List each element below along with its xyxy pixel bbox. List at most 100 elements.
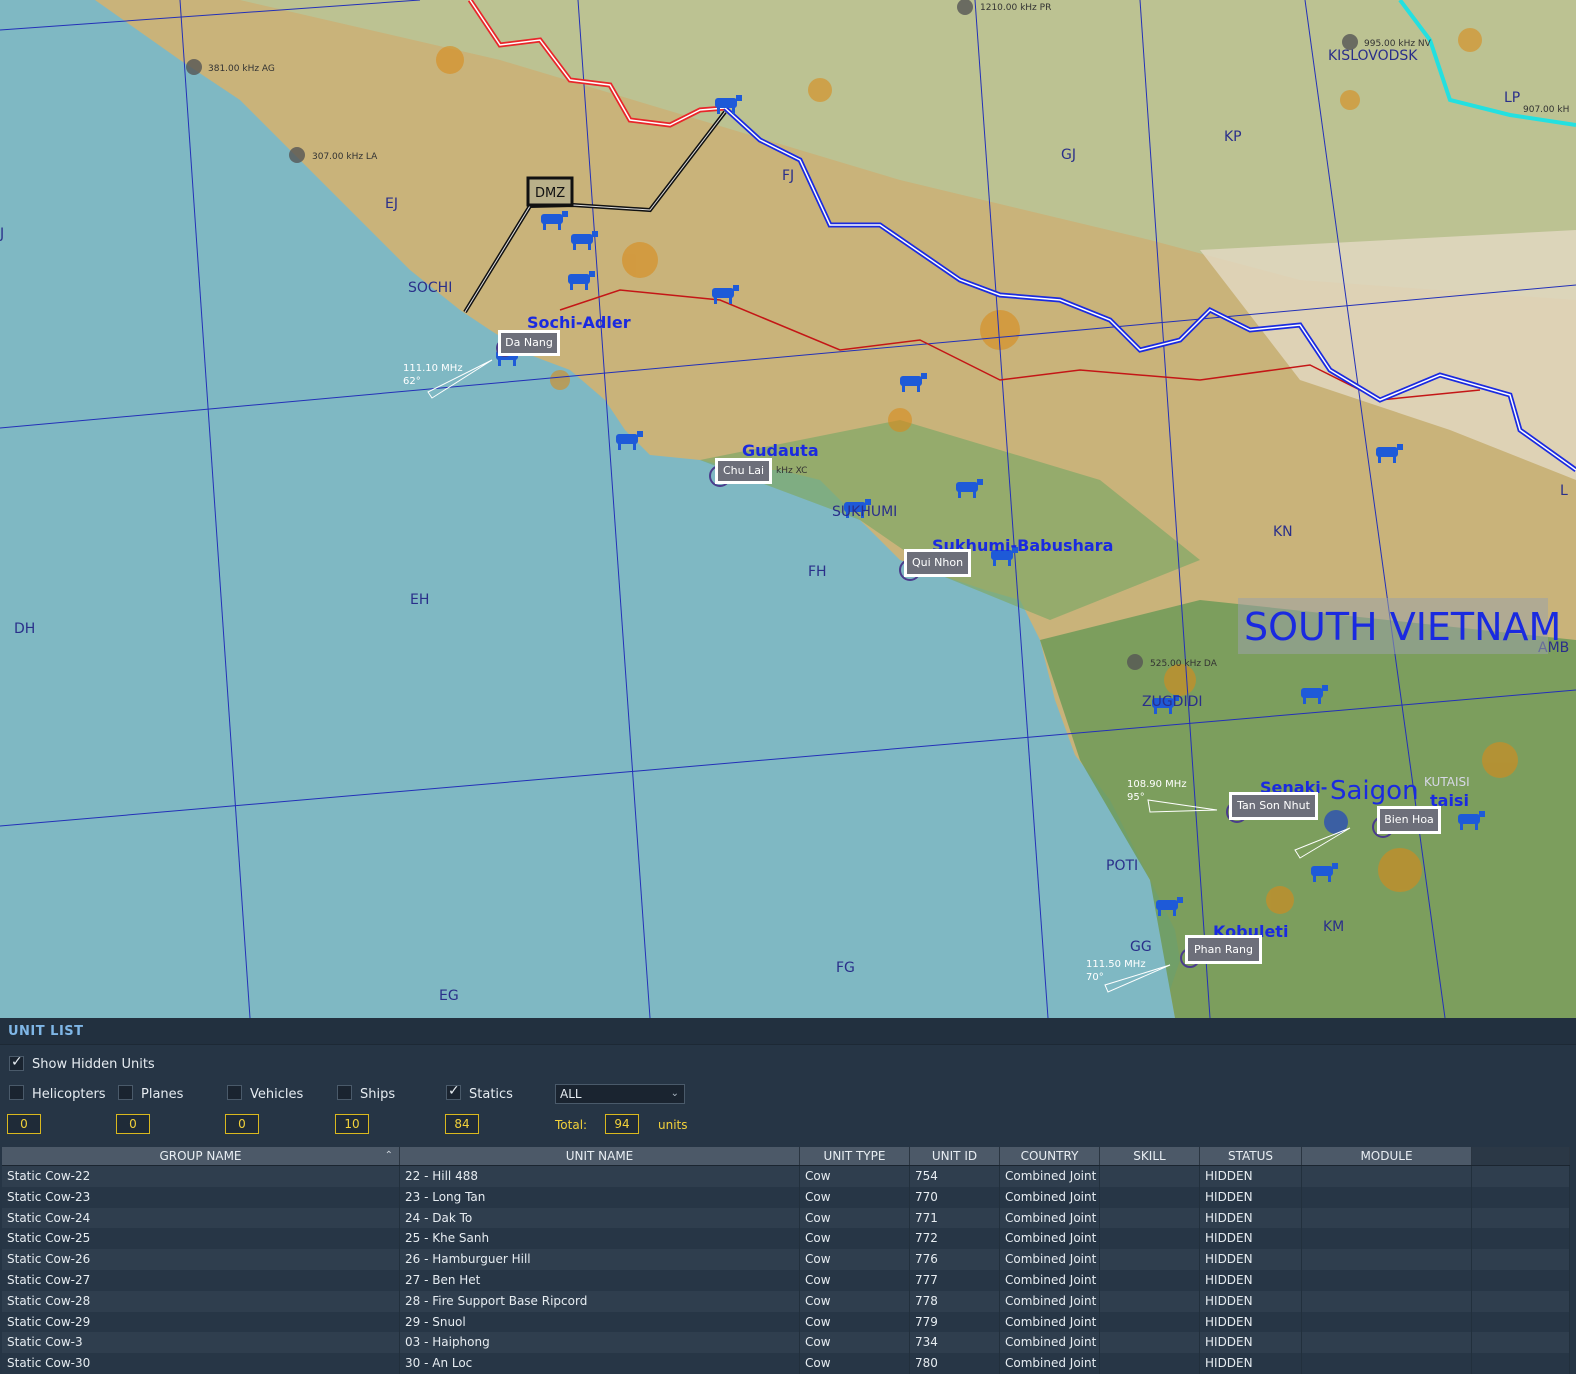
table-cell: Cow [800,1249,910,1270]
unit-table: GROUP NAME ⌃ UNIT NAME UNIT TYPE UNIT ID … [2,1147,1570,1374]
column-header-group-name[interactable]: GROUP NAME ⌃ [2,1147,400,1165]
table-cell [1302,1353,1472,1374]
table-cell: Combined Joint Ta [1000,1228,1100,1250]
helicopters-count: 0 [7,1114,41,1134]
beacon-label: 1210.00 kHz PR [980,3,1051,13]
header-label: UNIT ID [931,1149,978,1163]
table-cell [1302,1332,1472,1354]
table-row[interactable]: Static Cow-25 25 - Khe Sanh Cow 772 Combined… [2,1228,1570,1250]
airbase-label: Chu Lai [722,464,765,477]
statics-checkbox[interactable]: ✓ [446,1083,461,1100]
table-cell: 777 [910,1269,1000,1291]
table-cell [1100,1186,1200,1208]
table-cell: Combined Joint Ta [1000,1207,1100,1229]
table-row[interactable]: Static Cow-26 26 - Hamburguer Hill Cow 776 C… [2,1249,1570,1270]
airbase-marker-tan-son-nhut[interactable]: Tan Son Nhut [1229,792,1318,820]
table-cell: Combined Joint Ta [1000,1269,1100,1291]
table-cell [1472,1311,1570,1333]
dmz-label: DMZ [535,186,565,201]
table-cell: Combined Joint Ta [1000,1311,1100,1333]
chevron-down-icon: ⌄ [670,1088,679,1099]
column-header-skill[interactable]: SKILL [1100,1147,1200,1165]
column-header-module[interactable]: MODULE [1302,1147,1472,1165]
table-row[interactable]: Static Cow-22 22 - Hill 488 Cow 754 Combined… [2,1166,1570,1187]
city-label: KUTAISI [1424,775,1470,789]
airbase-marker-chu-lai[interactable]: Chu Lai [715,458,772,484]
column-header-country[interactable]: COUNTRY [1000,1147,1100,1165]
airbase-marker-phan-rang[interactable]: Phan Rang [1185,935,1262,964]
table-cell: HIDDEN [1200,1207,1302,1229]
planes-checkbox[interactable] [118,1085,133,1100]
statics-count: 84 [445,1114,479,1134]
table-row[interactable]: Static Cow-27 27 - Ben Het Cow 777 Combined … [2,1269,1570,1291]
table-header: GROUP NAME ⌃ UNIT NAME UNIT TYPE UNIT ID … [2,1147,1570,1166]
ships-count: 10 [335,1114,369,1134]
city-label-saigon: Saigon [1330,776,1419,806]
table-cell [1302,1166,1472,1187]
show-hidden-checkbox[interactable]: ✓ [9,1054,24,1071]
ils-frequency: 111.10 MHz [403,363,463,374]
table-cell: 770 [910,1186,1000,1208]
total-count: 94 [605,1114,639,1134]
column-header-unit-name[interactable]: UNIT NAME [400,1147,800,1165]
table-cell [1100,1249,1200,1270]
beacon-label: 907.00 kH [1523,105,1569,115]
header-label: UNIT TYPE [823,1149,886,1163]
vehicles-checkbox[interactable] [227,1085,242,1100]
grid-label: FH [808,564,827,580]
table-cell: Combined Joint Ta [1000,1353,1100,1374]
ils-heading: 70° [1086,972,1104,983]
table-cell: Static Cow-24 [2,1207,400,1229]
table-cell: HIDDEN [1200,1332,1302,1354]
planes-label: Planes [141,1087,184,1102]
table-cell [1302,1207,1472,1229]
units-label: units [658,1118,688,1132]
column-header-status[interactable]: STATUS [1200,1147,1302,1165]
table-cell: 779 [910,1311,1000,1333]
panel-header [0,1018,1576,1045]
beacon-label: 525.00 kHz DA [1150,659,1218,669]
table-body: Static Cow-22 22 - Hill 488 Cow 754 Combined… [2,1166,1570,1374]
table-row[interactable]: Static Cow-23 23 - Long Tan Cow 770 Combined… [2,1186,1570,1208]
show-hidden-label: Show Hidden Units [32,1057,155,1072]
ils-frequency: 108.90 MHz [1127,779,1187,790]
airbase-label: Da Nang [505,336,553,349]
table-row[interactable]: Static Cow-30 30 - An Loc Cow 780 Combined J… [2,1353,1570,1374]
table-cell: Combined Joint Ta [1000,1166,1100,1187]
table-cell: Static Cow-26 [2,1249,400,1270]
table-cell [1100,1290,1200,1312]
total-label: Total: [555,1118,588,1132]
header-label: GROUP NAME [159,1149,242,1163]
table-cell: Static Cow-3 [2,1332,400,1354]
table-cell [1100,1166,1200,1187]
column-header-unit-type[interactable]: UNIT TYPE [800,1147,910,1165]
column-header-extra[interactable] [1472,1147,1570,1165]
airbase-marker-da-nang[interactable]: Da Nang [498,330,560,356]
table-row[interactable]: Static Cow-28 28 - Fire Support Base Ripc… [2,1290,1570,1312]
city-label: LP [1504,90,1520,106]
helicopters-checkbox[interactable] [9,1085,24,1100]
beacon-label: 381.00 kHz AG [208,64,275,74]
column-header-unit-id[interactable]: UNIT ID [910,1147,1000,1165]
coalition-select-value: ALL [560,1087,582,1101]
airbase-label: Bien Hoa [1384,813,1434,826]
table-cell: 24 - Dak To [400,1207,800,1229]
table-cell [1472,1332,1570,1354]
table-cell: 03 - Haiphong [400,1332,800,1354]
coalition-select[interactable]: ALL ⌄ [555,1084,685,1104]
grid-label: EG [439,988,459,1004]
airbase-marker-qui-nhon[interactable]: Qui Nhon [904,549,971,577]
airbase-marker-bien-hoa[interactable]: Bien Hoa [1377,806,1441,834]
table-cell: 23 - Long Tan [400,1186,800,1208]
table-row[interactable]: Static Cow-3 03 - Haiphong Cow 734 Combined … [2,1332,1570,1354]
table-row[interactable]: Static Cow-29 29 - Snuol Cow 779 Combined Jo… [2,1311,1570,1333]
map-view[interactable]: 381.00 kHz AG 307.00 kHz LA 1210.00 kHz … [0,0,1576,1018]
grid-label: FG [836,960,855,976]
table-cell: 30 - An Loc [400,1353,800,1374]
ships-checkbox[interactable] [337,1085,352,1100]
table-cell [1302,1311,1472,1333]
table-cell: HIDDEN [1200,1166,1302,1187]
table-cell: Cow [800,1269,910,1291]
table-row[interactable]: Static Cow-24 24 - Dak To Cow 771 Combined J… [2,1207,1570,1229]
ils-heading: 95° [1127,792,1145,803]
